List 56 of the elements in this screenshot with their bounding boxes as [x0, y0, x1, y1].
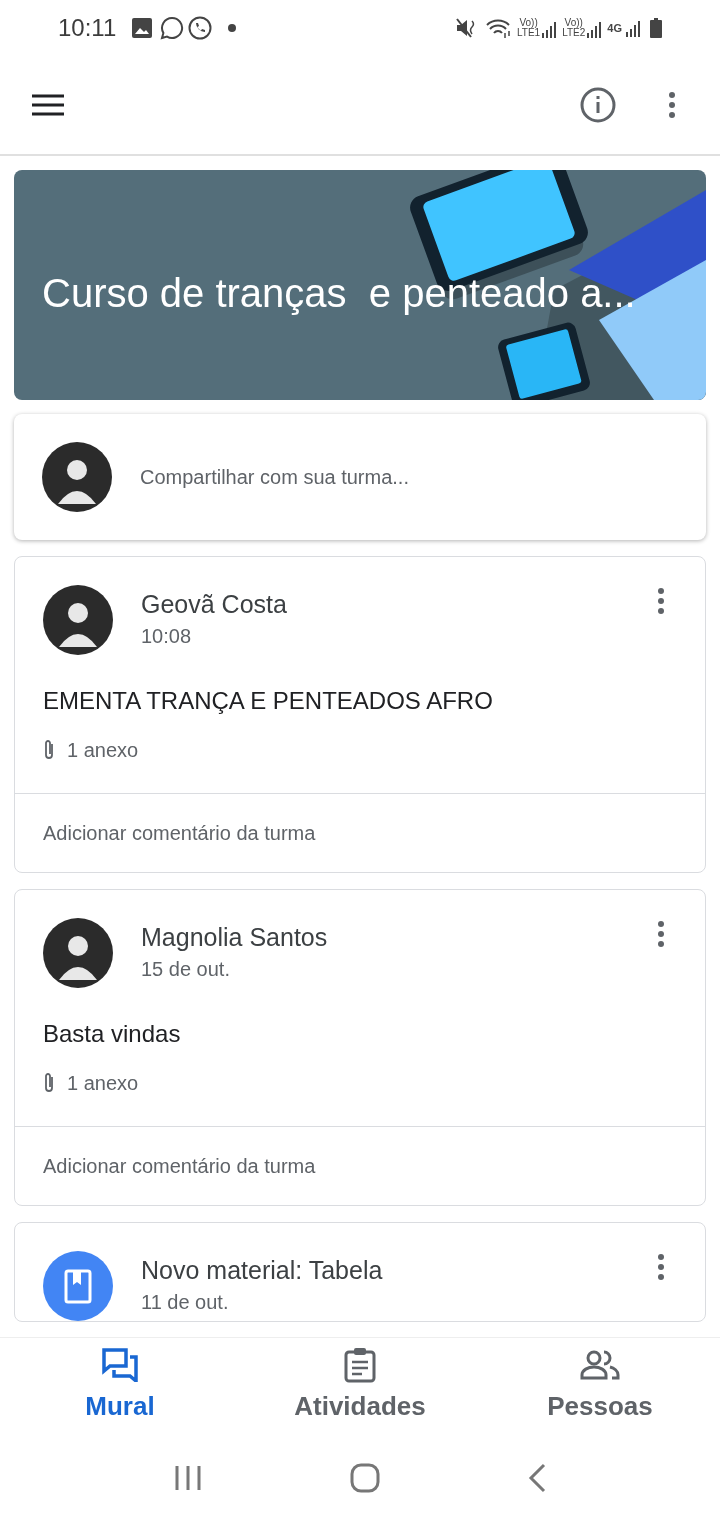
paperclip-icon	[43, 1072, 55, 1094]
data-type-label: 4G	[607, 20, 622, 36]
more-icon	[658, 588, 664, 614]
chat-icon	[160, 16, 185, 40]
share-placeholder: Compartilhar com sua turma...	[140, 465, 409, 490]
network-label: LTE1	[516, 28, 541, 38]
status-time: 10:11	[58, 13, 117, 43]
avatar	[42, 442, 112, 512]
mute-icon	[454, 17, 477, 39]
nav-tab[interactable]: Atividades	[240, 1338, 480, 1435]
nav-tab[interactable]: Mural	[0, 1338, 240, 1435]
comment-field[interactable]: Adicionar comentário da turma	[15, 1126, 705, 1205]
signal-icon	[626, 19, 642, 37]
more-icon	[658, 1254, 664, 1280]
back-button[interactable]	[528, 1462, 546, 1493]
avatar	[43, 918, 113, 988]
home-button[interactable]	[350, 1462, 380, 1493]
battery-icon	[650, 18, 662, 38]
volte-label: Vo))	[519, 18, 538, 28]
volte-label: Vo))	[564, 18, 583, 28]
home-icon	[350, 1462, 380, 1493]
more-icon	[658, 921, 664, 947]
course-title: Curso de tranças e penteado a...	[42, 270, 636, 317]
post-text: EMENTA TRANÇA E PENTEADOS AFRO	[42, 686, 494, 716]
chat-bubbles-icon	[102, 1348, 138, 1382]
more-icon	[669, 92, 675, 118]
avatar	[43, 585, 113, 655]
info-icon	[580, 87, 616, 123]
phone-icon	[188, 16, 213, 40]
gallery-icon	[132, 18, 153, 38]
post-text: Basta vindas	[42, 1019, 182, 1049]
share-card[interactable]: Compartilhar com sua turma...	[14, 414, 706, 540]
dot-icon	[228, 24, 237, 32]
back-icon	[528, 1462, 546, 1493]
comment-field[interactable]: Adicionar comentário da turma	[15, 793, 705, 872]
author-name: Novo material: Tabela	[141, 1255, 384, 1286]
attachment-count: 1 anexo	[67, 1071, 139, 1096]
post-time: 11 de out.	[141, 1290, 230, 1315]
people-icon	[580, 1350, 620, 1380]
signal-icon	[542, 20, 559, 38]
clipboard-icon	[344, 1347, 376, 1383]
author-name: Geovã Costa	[141, 589, 288, 620]
signal-icon	[587, 20, 604, 38]
paperclip-icon	[43, 739, 55, 761]
info-button[interactable]	[580, 87, 616, 123]
recents-button[interactable]	[174, 1464, 202, 1491]
attachment-count: 1 anexo	[67, 738, 139, 763]
author-name: Magnolia Santos	[141, 922, 329, 953]
post-time: 10:08	[141, 624, 193, 649]
post-time: 15 de out.	[141, 957, 231, 982]
nav-tab[interactable]: Pessoas	[480, 1338, 720, 1435]
menu-icon	[32, 94, 64, 116]
recents-icon	[174, 1464, 202, 1491]
wifi-icon	[484, 17, 513, 39]
network-label: LTE2	[562, 28, 586, 38]
menu-button[interactable]	[32, 94, 64, 116]
